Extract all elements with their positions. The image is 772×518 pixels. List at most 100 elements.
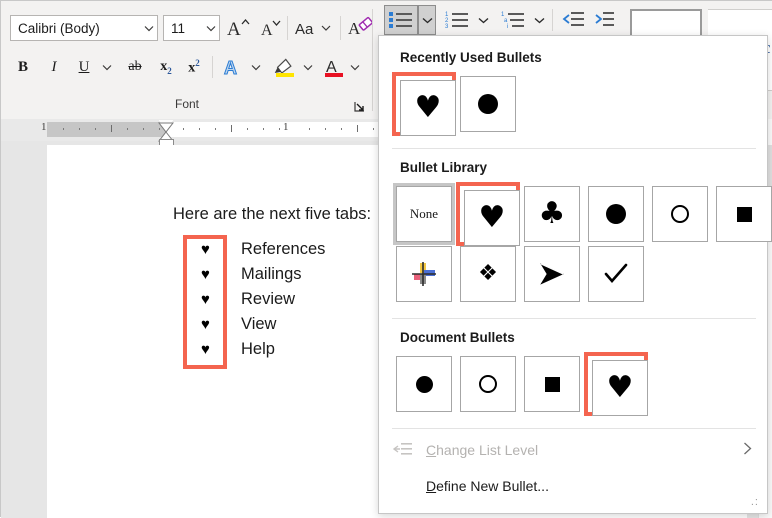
font-size-combobox[interactable]: 11 bbox=[163, 15, 220, 41]
numbering-dropdown-chevron-down-icon[interactable] bbox=[474, 5, 492, 35]
menu-item-change-list-level[interactable]: Change List Level bbox=[380, 433, 766, 467]
filled-square-icon bbox=[544, 376, 560, 392]
heart-icon: ♥ bbox=[478, 200, 506, 235]
filled-circle-icon bbox=[606, 204, 626, 224]
bullet-cell[interactable]: ♥ bbox=[464, 190, 520, 246]
word-window: Calibri (Body) 11 A A Aa A B I U ab x2 x… bbox=[0, 0, 772, 518]
grow-font-button[interactable]: A bbox=[225, 14, 253, 42]
superscript-button[interactable]: x2 bbox=[181, 53, 207, 81]
colored-pinwheel-icon bbox=[412, 262, 436, 286]
bullet-library-club[interactable]: ♣ bbox=[520, 182, 584, 246]
bullet-library-hollow-circle[interactable] bbox=[648, 182, 712, 246]
filled-square-icon bbox=[736, 206, 752, 222]
bullet-library-filled-circle[interactable] bbox=[584, 182, 648, 246]
document-bullet-hollow-circle[interactable] bbox=[456, 352, 520, 416]
font-color-button[interactable]: A bbox=[321, 53, 347, 81]
clear-formatting-button[interactable]: A bbox=[346, 14, 374, 42]
highlight-chevron-down-icon[interactable] bbox=[299, 53, 317, 81]
bullet-cell[interactable]: ♥ bbox=[400, 80, 456, 136]
svg-text:3: 3 bbox=[445, 24, 449, 29]
hollow-circle-icon bbox=[479, 375, 497, 393]
font-color-chevron-down-icon[interactable] bbox=[346, 53, 364, 81]
bullet-cell[interactable]: ♥ bbox=[592, 360, 648, 416]
bullet-cell[interactable] bbox=[588, 246, 644, 302]
filled-circle-icon bbox=[415, 375, 433, 393]
document-heading: Here are the next five tabs: bbox=[173, 205, 372, 223]
font-name-combobox[interactable]: Calibri (Body) bbox=[10, 15, 158, 41]
document-bullet-heart[interactable]: ♥ bbox=[584, 352, 648, 416]
text-effects-button[interactable]: A bbox=[219, 53, 247, 81]
arrowhead-icon bbox=[540, 263, 564, 285]
bold-button[interactable]: B bbox=[10, 53, 36, 81]
bullet-cell[interactable] bbox=[396, 246, 452, 302]
bullet-cell[interactable] bbox=[716, 186, 772, 242]
section-title-recently-used: Recently Used Bullets bbox=[400, 50, 542, 65]
four-diamonds-icon: ❖ bbox=[478, 261, 498, 286]
recently-used-bullet-filled-circle[interactable] bbox=[456, 72, 520, 136]
chevron-down-icon[interactable] bbox=[203, 25, 219, 32]
bullets-dropdown-chevron-down-icon[interactable] bbox=[418, 5, 436, 35]
list-item-label: Help bbox=[241, 340, 275, 358]
group-divider bbox=[372, 9, 373, 111]
bullet-library-pinwheel[interactable] bbox=[392, 242, 456, 306]
bullet-column-highlight-box bbox=[183, 235, 227, 369]
bullet-cell[interactable] bbox=[652, 186, 708, 242]
multilevel-list-button[interactable]: 1 a i bbox=[496, 5, 530, 35]
font-dialog-launcher[interactable] bbox=[353, 100, 367, 114]
font-size-value: 11 bbox=[171, 20, 186, 36]
underline-chevron-down-icon[interactable] bbox=[98, 53, 116, 81]
bullet-library-checkmark[interactable] bbox=[584, 242, 648, 306]
font-group: Calibri (Body) 11 A A Aa A B I U ab x2 x… bbox=[1, 1, 373, 119]
change-case-button[interactable]: Aa bbox=[293, 14, 337, 42]
none-label: None bbox=[409, 206, 439, 221]
bullet-cell[interactable]: None bbox=[393, 183, 455, 245]
bullet-cell[interactable]: ❖ bbox=[460, 246, 516, 302]
multilevel-dropdown-chevron-down-icon[interactable] bbox=[530, 5, 548, 35]
subscript-button[interactable]: x2 bbox=[153, 53, 179, 81]
bullets-button[interactable] bbox=[384, 5, 418, 35]
section-title-document-bullets: Document Bullets bbox=[400, 330, 515, 345]
highlight-color-button[interactable] bbox=[271, 53, 299, 81]
change-list-level-icon bbox=[380, 442, 426, 458]
filled-circle-icon bbox=[478, 94, 498, 114]
bullet-library-heart[interactable]: ♥ bbox=[456, 182, 520, 246]
strikethrough-button[interactable]: ab bbox=[121, 53, 149, 81]
underline-button[interactable]: U bbox=[71, 53, 97, 81]
numbering-button[interactable]: 1 2 3 bbox=[440, 5, 474, 35]
shrink-font-button[interactable]: A bbox=[257, 14, 285, 42]
bullet-cell[interactable] bbox=[460, 76, 516, 132]
divider bbox=[552, 9, 553, 31]
heart-icon: ♥ bbox=[606, 370, 634, 405]
divider bbox=[340, 16, 341, 40]
document-bullet-filled-circle[interactable] bbox=[392, 352, 456, 416]
bullet-cell[interactable] bbox=[524, 246, 580, 302]
italic-button[interactable]: I bbox=[41, 53, 67, 81]
svg-text:A: A bbox=[224, 58, 237, 78]
bullet-cell[interactable] bbox=[460, 356, 516, 412]
chevron-down-icon[interactable] bbox=[141, 25, 157, 32]
divider bbox=[287, 16, 288, 40]
text-effects-chevron-down-icon[interactable] bbox=[247, 53, 265, 81]
svg-text:A: A bbox=[348, 19, 361, 38]
bullet-cell[interactable] bbox=[588, 186, 644, 242]
menu-item-define-new-bullet[interactable]: Define New Bullet... bbox=[380, 469, 766, 503]
bullet-cell[interactable] bbox=[396, 356, 452, 412]
list-item-label: View bbox=[241, 315, 277, 333]
bullet-library-four-diamonds[interactable]: ❖ bbox=[456, 242, 520, 306]
list-item-label: Mailings bbox=[241, 265, 302, 283]
bullet-cell[interactable] bbox=[524, 356, 580, 412]
svg-text:A: A bbox=[261, 22, 273, 39]
bullet-library-arrowhead[interactable] bbox=[520, 242, 584, 306]
hollow-circle-icon bbox=[671, 205, 689, 223]
font-group-label: Font bbox=[174, 97, 199, 111]
divider bbox=[212, 56, 213, 78]
document-bullet-filled-square[interactable] bbox=[520, 352, 584, 416]
bullet-cell[interactable]: ♣ bbox=[524, 186, 580, 242]
bullet-library-filled-square[interactable] bbox=[712, 182, 772, 246]
resize-grip[interactable]: .: bbox=[751, 496, 759, 508]
recently-used-bullet-heart[interactable]: ♥ bbox=[392, 72, 456, 136]
list-item-label: Review bbox=[241, 290, 296, 308]
bullet-library-none[interactable]: None bbox=[392, 182, 456, 246]
decrease-indent-button[interactable] bbox=[558, 5, 588, 35]
club-icon: ♣ bbox=[538, 196, 566, 231]
